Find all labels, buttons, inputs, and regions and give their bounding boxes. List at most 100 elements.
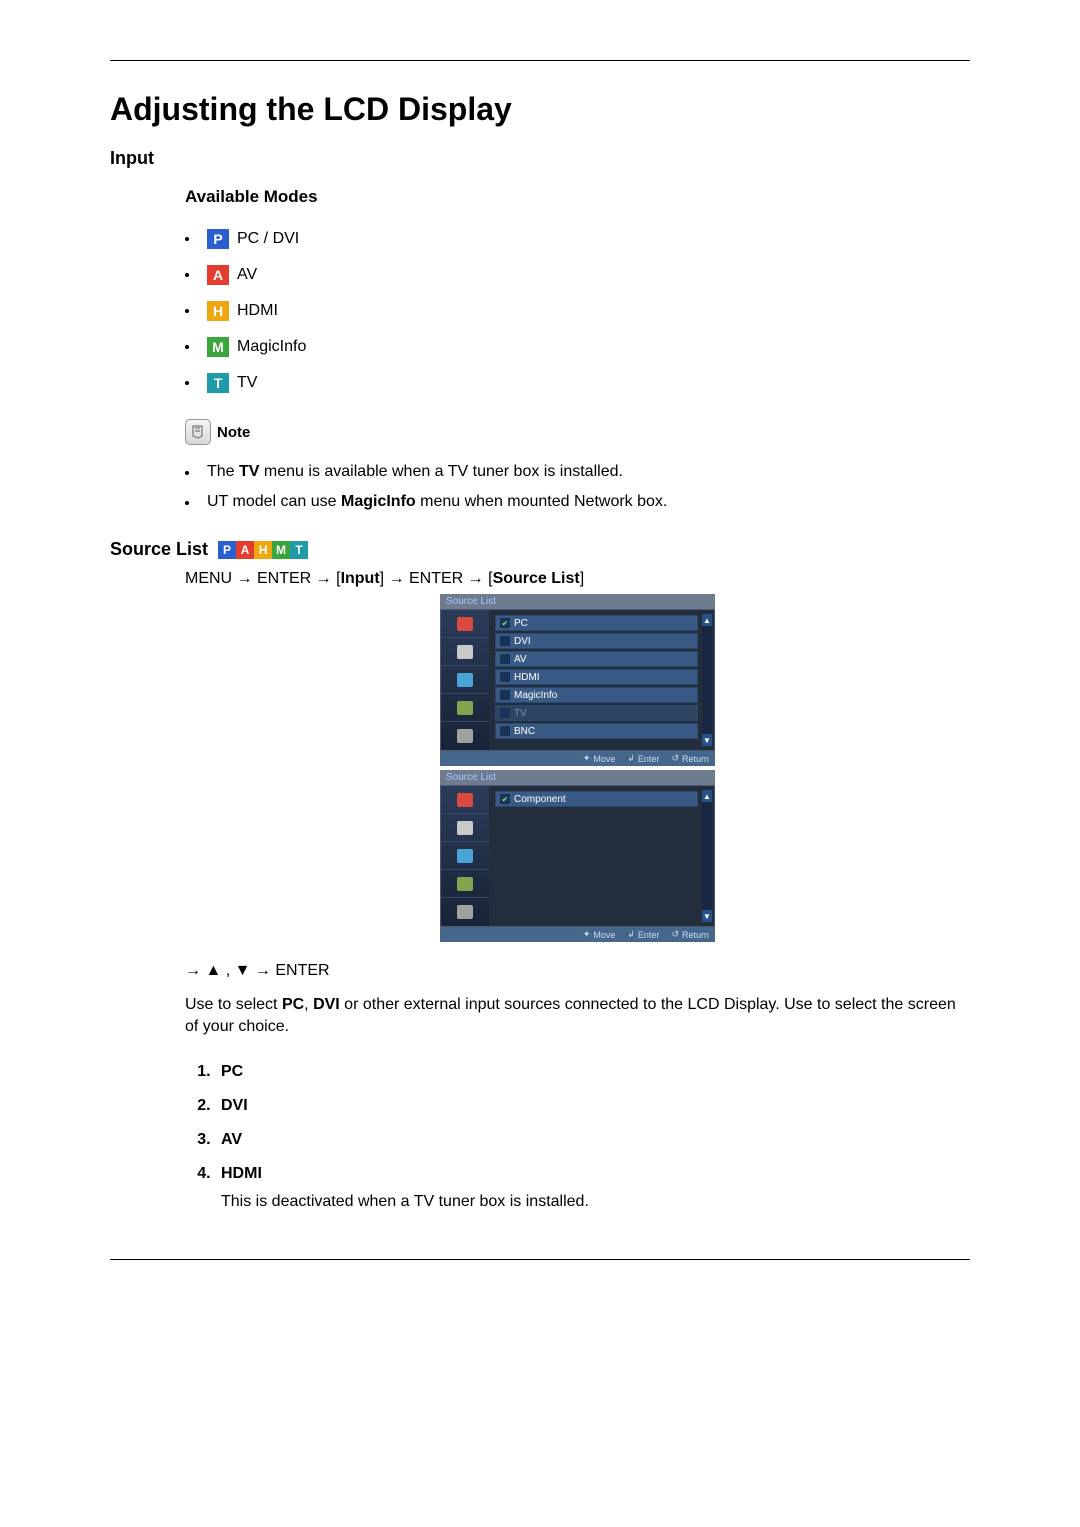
text: Return: [682, 930, 709, 940]
osd-item: AV: [495, 651, 698, 667]
mode-badges-strip: PAHMT: [218, 541, 308, 559]
osd-foot-enter: ↲ Enter: [627, 929, 659, 940]
osd-side-cell: [441, 694, 489, 722]
mode-label: MagicInfo: [237, 338, 306, 356]
osd-item-label: DVI: [514, 636, 531, 647]
osd-items: ✔ PC DVI AV HDMI MagicInfo TV BNC: [495, 615, 698, 739]
osd-item-label: TV: [514, 708, 527, 719]
osd-main: ✔ PC DVI AV HDMI MagicInfo TV BNC ▲ ▼: [489, 610, 714, 750]
section-input-heading: Input: [110, 148, 970, 169]
mode-label: AV: [237, 266, 257, 284]
bullet-icon: [185, 471, 189, 475]
note-icon: [185, 419, 211, 445]
mode-item: MMagicInfo: [185, 329, 970, 365]
osd-check-icon: [500, 672, 510, 682]
osd-check-icon: [500, 654, 510, 664]
osd-title: Source List: [440, 594, 715, 609]
text: Enter: [638, 930, 660, 940]
osd-check-icon: [500, 690, 510, 700]
bold-tv: TV: [239, 463, 259, 480]
osd-item-label: HDMI: [514, 672, 540, 683]
enum-item: PC: [215, 1055, 970, 1089]
text: MENU → ENTER → [: [185, 570, 341, 587]
osd-side-cell: [441, 898, 489, 926]
osd-panel-2: Source List ✔Component ▲ ▼ ✦ Move ↲ Ente…: [440, 770, 715, 942]
osd-side-icons: [441, 610, 489, 750]
top-rule: [110, 60, 970, 61]
note-text: UT model can use MagicInfo menu when mou…: [207, 493, 667, 511]
text: ]: [580, 570, 584, 587]
osd-side-cell: [441, 722, 489, 750]
description: Use to select PC, DVI or other external …: [185, 994, 970, 1037]
osd-scrollbar: ▲ ▼: [702, 614, 712, 746]
enumerated-list: PCDVIAVHDMIThis is deactivated when a TV…: [185, 1055, 970, 1219]
osd-side-icon: [457, 645, 473, 659]
bullet-icon: [185, 273, 189, 277]
osd-item-label: PC: [514, 618, 528, 629]
nav-steps: → ▲ , ▼ → ENTER: [185, 962, 970, 980]
note-item: The TV menu is available when a TV tuner…: [185, 457, 970, 487]
mode-badge-p: P: [207, 229, 229, 249]
bold-pc: PC: [282, 996, 304, 1013]
enum-item: HDMI This is deactivated when a TV tuner …: [215, 1157, 970, 1219]
enum-label: AV: [221, 1131, 242, 1148]
bold-magicinfo: MagicInfo: [341, 493, 416, 510]
bullet-icon: [185, 501, 189, 505]
mode-item: TTV: [185, 365, 970, 401]
text: The: [207, 463, 239, 480]
enum-subtext: This is deactivated when a TV tuner box …: [221, 1193, 970, 1211]
mode-item: AAV: [185, 257, 970, 293]
osd-main: ✔Component ▲ ▼: [489, 786, 714, 926]
bottom-rule: [110, 1259, 970, 1260]
text: ,: [304, 996, 313, 1013]
osd-panel-1: Source List ✔ PC DVI AV HDMI MagicInfo TV BNC ▲…: [440, 594, 715, 766]
mode-badge-m: M: [272, 541, 290, 559]
scroll-up-icon: ▲: [702, 790, 712, 802]
text: menu when mounted Network box.: [416, 493, 668, 510]
mode-item: PPC / DVI: [185, 221, 970, 257]
osd-side-icon: [457, 701, 473, 715]
enum-label: HDMI: [221, 1165, 262, 1182]
text: Return: [682, 754, 709, 764]
osd-side-icon: [457, 849, 473, 863]
osd-item: ✔ PC: [495, 615, 698, 631]
page-title: Adjusting the LCD Display: [110, 91, 970, 128]
note-text: The TV menu is available when a TV tuner…: [207, 463, 623, 481]
text: menu is available when a TV tuner box is…: [259, 463, 622, 480]
osd-foot-return: ↺ Return: [671, 753, 709, 764]
mode-badge-p: P: [218, 541, 236, 559]
osd-side-icons: [441, 786, 489, 926]
modes-list: PPC / DVIAAVHHDMIMMagicInfoTTV: [185, 221, 970, 401]
menu-path: MENU → ENTER → [Input] → ENTER → [Source…: [185, 570, 970, 588]
available-modes-heading: Available Modes: [185, 187, 970, 207]
osd-side-cell: [441, 610, 489, 638]
mode-badge-a: A: [236, 541, 254, 559]
osd-foot-move: ✦ Move: [583, 753, 616, 764]
mode-badge-t: T: [290, 541, 308, 559]
osd-side-cell: [441, 814, 489, 842]
osd-item: MagicInfo: [495, 687, 698, 703]
osd-check-icon: ✔: [500, 794, 510, 804]
osd-side-cell: [441, 786, 489, 814]
mode-label: HDMI: [237, 302, 278, 320]
osd-side-icon: [457, 793, 473, 807]
osd-body: ✔Component ▲ ▼: [440, 785, 715, 927]
osd-item-label: Component: [514, 794, 566, 805]
osd-item: HDMI: [495, 669, 698, 685]
bullet-icon: [185, 309, 189, 313]
osd-item: BNC: [495, 723, 698, 739]
osd-screenshots: Source List ✔ PC DVI AV HDMI MagicInfo TV BNC ▲…: [185, 594, 970, 946]
page: Adjusting the LCD Display Input Availabl…: [0, 0, 1080, 1527]
osd-side-icon: [457, 877, 473, 891]
menu-path-source-list: Source List: [493, 570, 580, 587]
source-list-label: Source List: [110, 539, 208, 560]
osd-side-icon: [457, 617, 473, 631]
scroll-down-icon: ▼: [702, 734, 712, 746]
osd-check-icon: ✔: [500, 618, 510, 628]
bullet-icon: [185, 237, 189, 241]
note-label: Note: [217, 424, 250, 441]
osd-side-cell: [441, 638, 489, 666]
enum-label: PC: [221, 1063, 243, 1080]
mode-badge-h: H: [254, 541, 272, 559]
mode-label: TV: [237, 374, 257, 392]
